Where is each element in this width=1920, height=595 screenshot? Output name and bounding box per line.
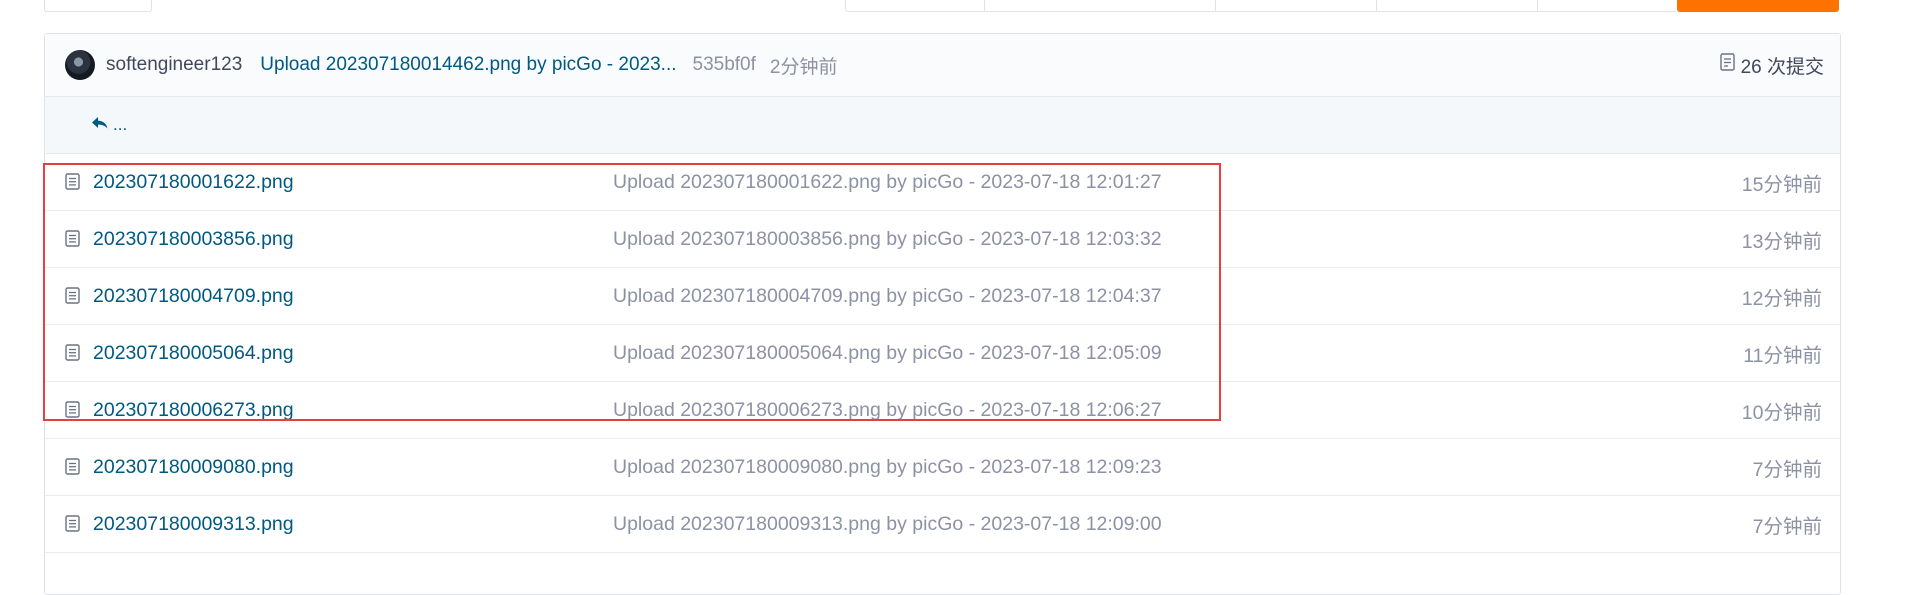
reply-arrow-icon [91,115,109,135]
commit-count-link[interactable]: 26 次提交 [1719,52,1824,79]
file-icon [65,287,80,310]
commit-author[interactable]: softengineer123 [106,54,242,76]
repository-file-browser: softengineer123 Upload 202307180014462.p… [44,33,1841,595]
toolbar-button-group [845,0,1679,12]
avatar[interactable] [65,50,95,80]
file-icon [65,401,80,424]
latest-commit-bar: softengineer123 Upload 202307180014462.p… [45,34,1840,97]
file-commit-time: 15分钟前 [1741,173,1822,196]
file-commit-time: 13分钟前 [1741,230,1822,253]
file-list: 202307180001622.png Upload 2023071800016… [45,154,1840,553]
file-row[interactable]: 202307180009313.png Upload 2023071800093… [45,496,1840,553]
toolbar-button[interactable] [1377,0,1538,11]
clone-download-button[interactable] [1677,0,1839,12]
file-commit-time: 11分钟前 [1743,344,1822,367]
parent-directory-link[interactable]: ... [91,115,127,135]
commit-message-link[interactable]: Upload 202307180014462.png by picGo - 20… [260,54,676,76]
file-commit-time: 7分钟前 [1752,458,1822,481]
file-row[interactable]: 202307180003856.png Upload 2023071800038… [45,211,1840,268]
file-commit-message-link[interactable]: Upload 202307180003856.png by picGo - 20… [613,228,1162,251]
parent-directory-row: ... [45,97,1840,154]
file-commit-message-link[interactable]: Upload 202307180009080.png by picGo - 20… [613,456,1162,479]
file-icon [65,344,80,367]
toolbar-button[interactable] [1538,0,1678,11]
file-commit-message-link[interactable]: Upload 202307180004709.png by picGo - 20… [613,285,1162,308]
file-row[interactable]: 202307180005064.png Upload 2023071800050… [45,325,1840,382]
file-commit-message-link[interactable]: Upload 202307180005064.png by picGo - 20… [613,342,1162,365]
file-icon [65,173,80,196]
file-row[interactable]: 202307180004709.png Upload 2023071800047… [45,268,1840,325]
commit-time: 2分钟前 [769,56,838,78]
file-icon [65,230,80,253]
file-row[interactable]: 202307180006273.png Upload 2023071800062… [45,382,1840,439]
toolbar-button[interactable] [1216,0,1377,11]
file-commit-time: 7分钟前 [1752,515,1822,538]
file-name-link[interactable]: 202307180001622.png [93,171,294,194]
file-commit-message-link[interactable]: Upload 202307180006273.png by picGo - 20… [613,399,1162,422]
parent-directory-label: ... [113,115,128,134]
file-commit-message-link[interactable]: Upload 202307180009313.png by picGo - 20… [613,513,1162,536]
commit-sha[interactable]: 535bf0f [693,54,756,76]
file-name-link[interactable]: 202307180005064.png [93,342,294,365]
file-row[interactable]: 202307180009080.png Upload 2023071800090… [45,439,1840,496]
file-name-link[interactable]: 202307180004709.png [93,285,294,308]
toolbar-button[interactable] [846,0,985,11]
file-name-link[interactable]: 202307180009080.png [93,456,294,479]
file-name-link[interactable]: 202307180006273.png [93,399,294,422]
file-commit-time: 12分钟前 [1741,287,1822,310]
toolbar-button[interactable] [985,0,1216,11]
commit-list-icon [1719,53,1735,77]
commit-count-label: 26 次提交 [1740,56,1824,78]
file-name-link[interactable]: 202307180003856.png [93,228,294,251]
file-commit-message-link[interactable]: Upload 202307180001622.png by picGo - 20… [613,171,1162,194]
file-name-link[interactable]: 202307180009313.png [93,513,294,536]
file-commit-time: 10分钟前 [1741,401,1822,424]
top-toolbar [0,0,1920,16]
file-row[interactable]: 202307180001622.png Upload 2023071800016… [45,154,1840,211]
branch-selector-button[interactable] [44,0,152,12]
file-icon [65,515,80,538]
file-icon [65,458,80,481]
